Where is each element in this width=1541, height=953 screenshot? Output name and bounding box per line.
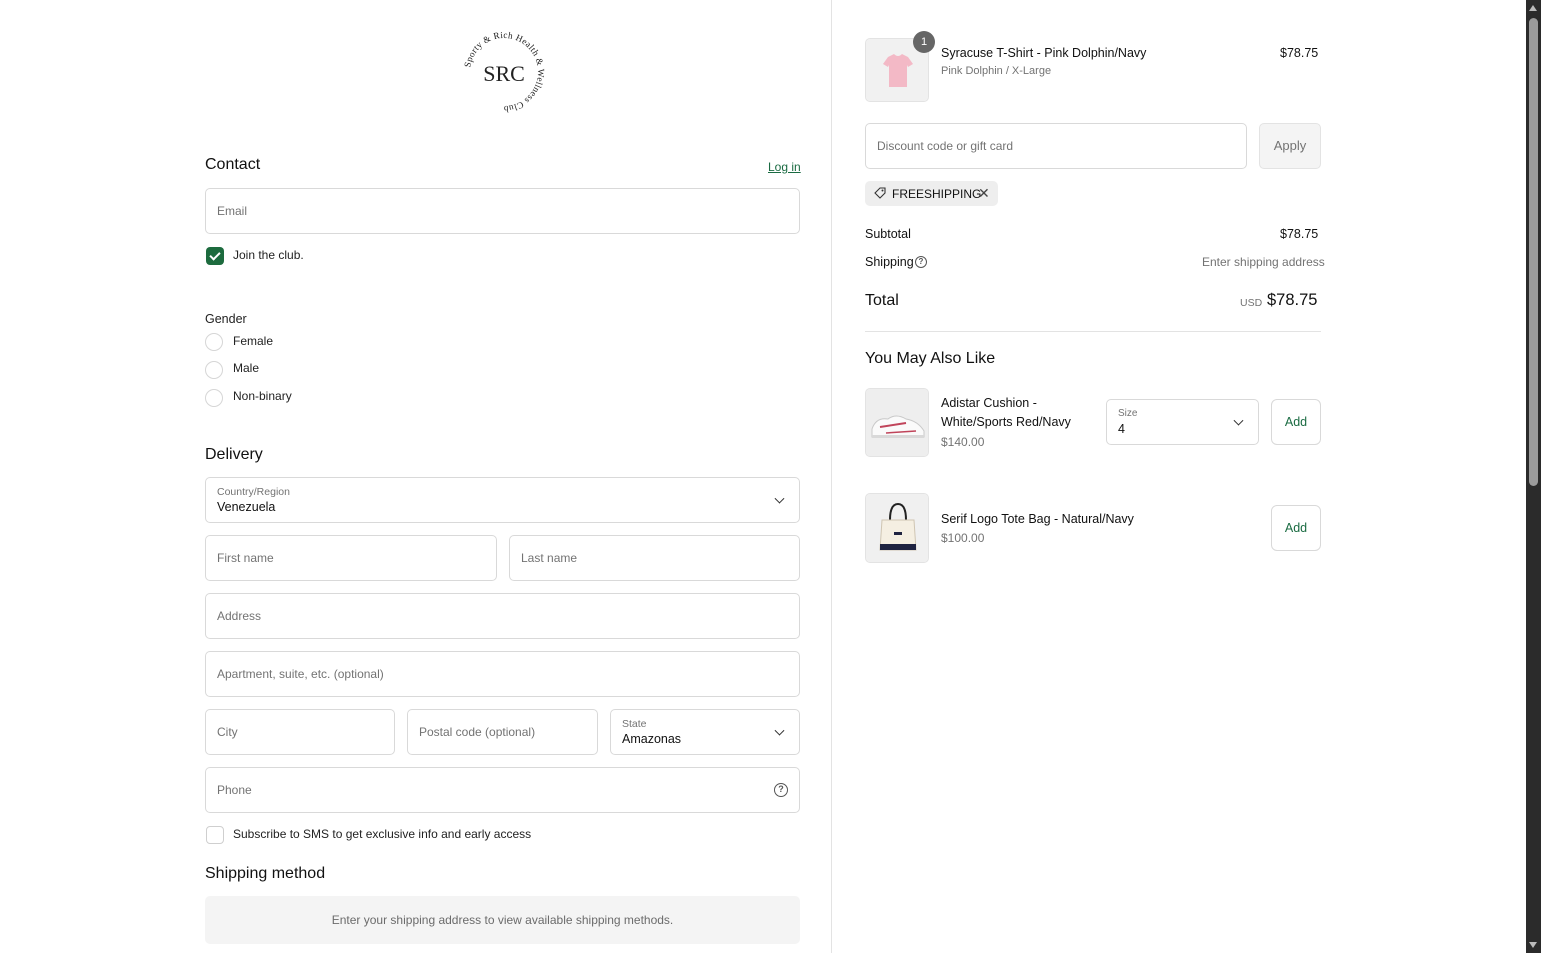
- add-recommendation-button[interactable]: Add: [1271, 505, 1321, 551]
- tag-icon: [874, 187, 886, 199]
- gender-label-non-binary: Non-binary: [233, 389, 292, 403]
- checkout-form-panel: Sporty & Rich Health & Wellness Club SRC…: [0, 0, 832, 953]
- help-icon[interactable]: ?: [774, 783, 788, 797]
- gender-label-female: Female: [233, 334, 274, 348]
- brand-logo[interactable]: Sporty & Rich Health & Wellness Club SRC: [462, 30, 546, 114]
- shipping-method-notice: Enter your shipping address to view avai…: [205, 896, 800, 944]
- country-label: Country/Region: [217, 486, 290, 498]
- country-select[interactable]: Country/Region Venezuela: [205, 477, 800, 523]
- total-label: Total: [865, 292, 899, 309]
- size-value: 4: [1118, 422, 1125, 436]
- apartment-placeholder: Apartment, suite, etc. (optional): [217, 667, 384, 681]
- email-field[interactable]: Email: [205, 188, 800, 234]
- first-name-placeholder: First name: [217, 551, 274, 565]
- logo-monogram: SRC: [483, 61, 525, 86]
- size-select[interactable]: Size 4: [1106, 399, 1259, 445]
- gender-title: Gender: [205, 312, 247, 326]
- delivery-title: Delivery: [205, 446, 263, 463]
- recommendation-title: Serif Logo Tote Bag - Natural/Navy: [941, 512, 1134, 526]
- first-name-field[interactable]: First name: [205, 535, 497, 581]
- scroll-down-arrow-icon[interactable]: [1529, 942, 1537, 948]
- recommendations-title: You May Also Like: [865, 350, 996, 367]
- cart-quantity-badge: 1: [913, 31, 935, 53]
- recommendation-price: $140.00: [941, 435, 985, 449]
- country-value: Venezuela: [217, 500, 276, 514]
- sms-label: Subscribe to SMS to get exclusive info a…: [233, 827, 532, 841]
- apartment-field[interactable]: Apartment, suite, etc. (optional): [205, 651, 800, 697]
- applied-discount-code: FREESHIPPING: [892, 187, 982, 201]
- scroll-up-arrow-icon[interactable]: [1529, 5, 1537, 11]
- join-club-checkbox[interactable]: [206, 247, 224, 265]
- cart-item-title: Syracuse T-Shirt - Pink Dolphin/Navy: [941, 46, 1147, 60]
- gender-radio-male[interactable]: [205, 361, 223, 379]
- postal-code-field[interactable]: Postal code (optional): [407, 709, 598, 755]
- last-name-field[interactable]: Last name: [509, 535, 800, 581]
- login-link[interactable]: Log in: [768, 160, 801, 174]
- applied-discount-tag: FREESHIPPING ✕: [865, 181, 998, 206]
- address-field[interactable]: Address: [205, 593, 800, 639]
- phone-field[interactable]: Phone ?: [205, 767, 800, 813]
- city-placeholder: City: [217, 725, 238, 739]
- chevron-down-icon: [1233, 415, 1244, 426]
- add-recommendation-button[interactable]: Add: [1271, 399, 1321, 445]
- join-club-label: Join the club.: [233, 248, 304, 262]
- subtotal-label: Subtotal: [865, 227, 911, 241]
- summary-divider: [865, 331, 1321, 332]
- city-field[interactable]: City: [205, 709, 395, 755]
- remove-discount-icon[interactable]: ✕: [978, 185, 990, 202]
- tote-bag-icon: [866, 494, 928, 562]
- total-value: $78.75: [1267, 291, 1318, 309]
- discount-code-field[interactable]: Discount code or gift card: [865, 123, 1247, 169]
- subtotal-value: $78.75: [1280, 227, 1319, 241]
- cart-item-variant: Pink Dolphin / X-Large: [941, 65, 1052, 77]
- recommendation-price: $100.00: [941, 531, 985, 545]
- discount-placeholder: Discount code or gift card: [877, 139, 1014, 153]
- shipping-method-title: Shipping method: [205, 865, 326, 882]
- gender-radio-non-binary[interactable]: [205, 389, 223, 407]
- recommendation-title-line1: Adistar Cushion -: [941, 396, 1037, 410]
- postal-code-placeholder: Postal code (optional): [419, 725, 536, 739]
- sneaker-icon: [866, 389, 928, 456]
- scrollbar-thumb[interactable]: [1529, 18, 1538, 486]
- shipping-label: Shipping: [865, 255, 914, 269]
- chevron-down-icon: [774, 493, 785, 504]
- size-label: Size: [1118, 408, 1138, 419]
- state-value: Amazonas: [622, 732, 682, 746]
- recommendation-image: [865, 493, 929, 563]
- phone-placeholder: Phone: [217, 783, 252, 797]
- address-placeholder: Address: [217, 609, 262, 623]
- last-name-placeholder: Last name: [521, 551, 578, 565]
- apply-discount-button[interactable]: Apply: [1259, 123, 1321, 169]
- sms-checkbox[interactable]: [206, 826, 224, 844]
- gender-radio-female[interactable]: [205, 333, 223, 351]
- gender-label-male: Male: [233, 361, 260, 375]
- page-scrollbar[interactable]: [1526, 0, 1541, 953]
- email-placeholder: Email: [217, 204, 248, 218]
- recommendation-title-line2: White/Sports Red/Navy: [941, 415, 1071, 429]
- chevron-down-icon: [774, 725, 785, 736]
- help-icon[interactable]: ?: [915, 256, 927, 268]
- recommendation-image: [865, 388, 929, 457]
- state-select[interactable]: State Amazonas: [610, 709, 800, 755]
- cart-item-price: $78.75: [1280, 46, 1319, 60]
- contact-title: Contact: [205, 156, 261, 173]
- total-currency: USD: [1240, 297, 1263, 309]
- shipping-value: Enter shipping address: [1202, 255, 1325, 269]
- state-label: State: [622, 718, 647, 730]
